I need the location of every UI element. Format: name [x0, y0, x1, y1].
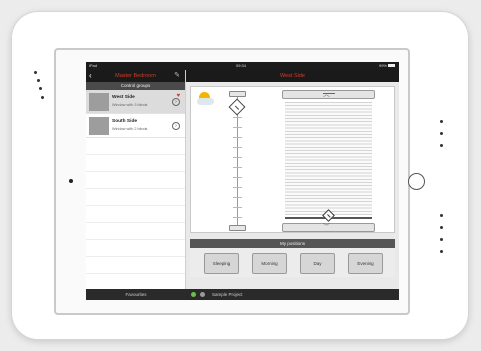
speaker-dot	[440, 120, 443, 123]
speaker-dot	[39, 87, 42, 90]
room-pane: ‹ Master Bedroom ✎ Control groups West S…	[86, 70, 186, 300]
chevron-right-icon[interactable]: ›	[172, 98, 180, 106]
project-name[interactable]: Sample Project	[212, 289, 243, 300]
room-title: Master Bedroom	[115, 73, 156, 79]
group-subtitle: Window with 2 blinds	[112, 127, 148, 131]
speaker-dot	[440, 238, 443, 241]
slider-tick	[233, 167, 242, 168]
blind-slats	[285, 102, 372, 215]
section-header: Control groups	[86, 82, 185, 90]
empty-row	[86, 172, 185, 189]
chevron-up-icon: ︿	[323, 91, 330, 98]
chevron-left-icon[interactable]: ‹	[89, 70, 92, 82]
carrier: iPad	[89, 63, 98, 68]
speaker-dot	[440, 144, 443, 147]
position-evening-button[interactable]: Evening	[348, 253, 383, 274]
camera	[69, 179, 73, 183]
positions-header: My positions	[190, 239, 395, 248]
position-morning-button[interactable]: Morning	[252, 253, 287, 274]
empty-row	[86, 206, 185, 223]
slider-tick	[233, 117, 242, 118]
slider-tick	[233, 197, 242, 198]
clock: 09:34	[236, 63, 247, 68]
chevron-down-icon: ﹀	[323, 224, 330, 231]
position-day-button[interactable]: Day	[300, 253, 335, 274]
empty-row	[86, 138, 185, 155]
blind-down-button[interactable]: ﹀	[282, 223, 375, 232]
project-bar: Sample Project	[186, 289, 399, 300]
group-subtitle: Window with 3 blinds	[112, 103, 148, 107]
empty-row	[86, 257, 185, 274]
slider-tick	[233, 157, 242, 158]
speaker-dot	[440, 214, 443, 217]
status-bar: iPad 09:34 99%	[86, 62, 399, 70]
chevron-right-icon[interactable]: ›	[172, 122, 180, 130]
pencil-icon[interactable]: ✎	[174, 70, 180, 82]
room-header: ‹ Master Bedroom ✎	[86, 70, 185, 82]
positions-area: Sleeping Morning Day Evening	[190, 248, 395, 277]
status-led-grey	[200, 292, 205, 297]
tilt-slider-handle[interactable]	[228, 98, 246, 116]
empty-row	[86, 189, 185, 206]
status-led-green	[191, 292, 196, 297]
empty-row	[86, 155, 185, 172]
group-west-side[interactable]: West Side Window with 3 blinds ♥ ›	[86, 90, 185, 114]
speaker-dot	[41, 96, 44, 99]
group-thumbnail	[89, 93, 109, 111]
slider-tick	[233, 127, 242, 128]
slider-tick	[233, 147, 242, 148]
slider-tick	[233, 207, 242, 208]
sun-cloud-icon	[197, 92, 215, 106]
blind-control-panel: ︿ ﹀	[190, 86, 395, 233]
tilt-close-button[interactable]	[229, 225, 246, 231]
slider-tick	[233, 187, 242, 188]
group-south-side[interactable]: South Side Window with 2 blinds ›	[86, 114, 185, 138]
speaker-dot	[440, 132, 443, 135]
favourites-tab[interactable]: Favourites	[86, 289, 186, 300]
slider-tick	[233, 217, 242, 218]
battery-indicator: 99%	[379, 62, 395, 70]
speaker-dot	[37, 79, 40, 82]
group-pane: West Side ︿ ﹀ My positions Sleeping Morn…	[186, 70, 399, 300]
app-screen: iPad 09:34 99% ‹ Master Bedroom ✎ Contro…	[86, 62, 399, 300]
slider-tick	[233, 137, 242, 138]
empty-row	[86, 240, 185, 257]
home-button[interactable]	[408, 173, 425, 190]
group-name: West Side	[112, 95, 135, 100]
group-name: South Side	[112, 119, 138, 124]
speaker-dot	[440, 250, 443, 253]
slider-tick	[233, 177, 242, 178]
speaker-dot	[440, 226, 443, 229]
tilt-open-button[interactable]	[229, 91, 246, 97]
position-sleeping-button[interactable]: Sleeping	[204, 253, 239, 274]
blind-up-button[interactable]: ︿	[282, 90, 375, 99]
group-thumbnail	[89, 117, 109, 135]
speaker-dot	[34, 71, 37, 74]
empty-row	[86, 223, 185, 240]
group-title: West Side	[186, 70, 399, 82]
battery-icon	[388, 64, 395, 68]
